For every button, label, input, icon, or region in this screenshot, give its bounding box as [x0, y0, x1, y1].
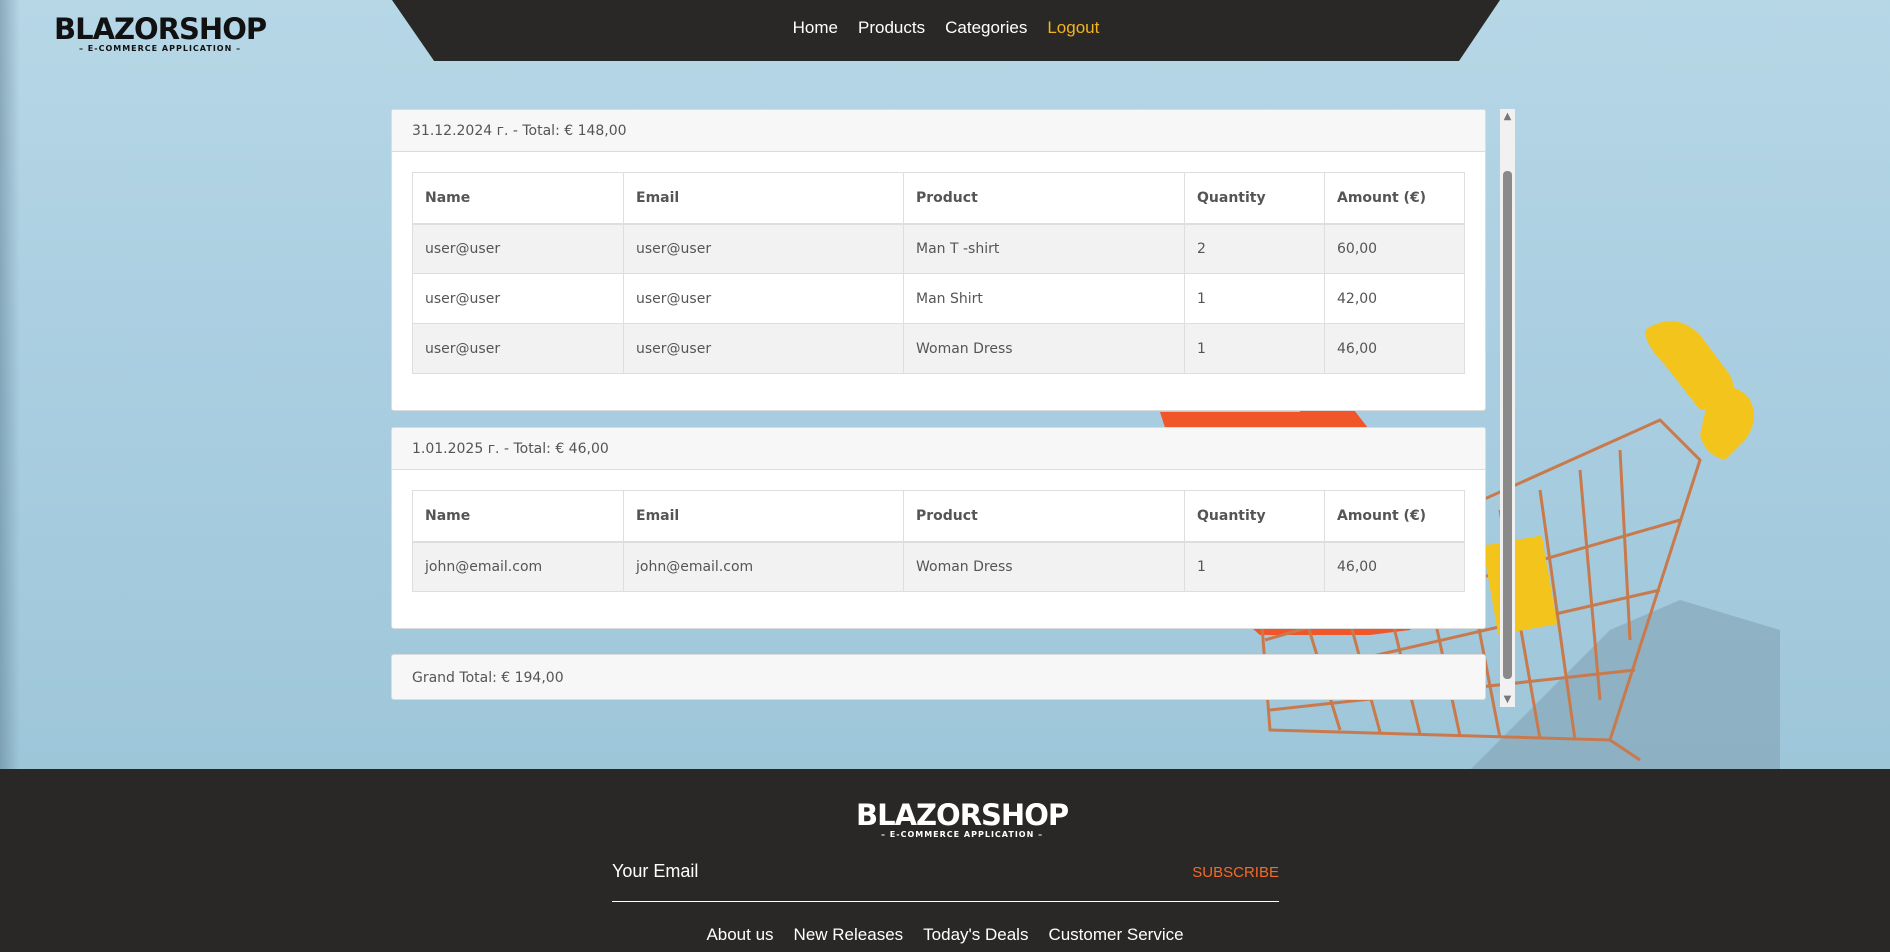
order-table: Name Email Product Quantity Amount (€) j… — [412, 490, 1465, 592]
brand-name: BLAZORSHOP — [54, 12, 267, 46]
order-card: 1.01.2025 г. - Total: € 46,00 Name Email… — [391, 427, 1486, 629]
email-field[interactable] — [612, 856, 1132, 886]
cell-amount: 46,00 — [1324, 323, 1465, 374]
cell-amount: 46,00 — [1324, 541, 1465, 592]
cell-quantity: 1 — [1184, 273, 1325, 324]
cell-product: Woman Dress — [903, 323, 1185, 374]
nav-categories[interactable]: Categories — [945, 18, 1027, 38]
cell-name: john@email.com — [412, 541, 624, 592]
cell-name: user@user — [412, 223, 624, 274]
col-email: Email — [623, 490, 904, 543]
cell-email: user@user — [623, 223, 904, 274]
cell-amount: 42,00 — [1324, 273, 1465, 324]
cell-product: Man T -shirt — [903, 223, 1185, 274]
background-shadow — [0, 0, 20, 769]
col-product: Product — [903, 172, 1185, 225]
scrollbar[interactable]: ▲ ▼ — [1500, 109, 1515, 707]
top-navigation: Home Products Categories Logout — [392, 0, 1500, 61]
col-product: Product — [903, 490, 1185, 543]
nav-logout[interactable]: Logout — [1047, 18, 1099, 38]
scroll-down-icon[interactable]: ▼ — [1500, 692, 1515, 707]
col-name: Name — [412, 490, 624, 543]
table-row: john@email.com john@email.com Woman Dres… — [412, 541, 1465, 592]
footer-link-new-releases[interactable]: New Releases — [794, 925, 904, 945]
footer-links: About us New Releases Today's Deals Cust… — [0, 925, 1890, 945]
order-header: 1.01.2025 г. - Total: € 46,00 — [392, 428, 1485, 470]
brand-logo[interactable]: BLAZORSHOP – E-COMMERCE APPLICATION – — [54, 12, 267, 53]
order-card: 31.12.2024 г. - Total: € 148,00 Name Ema… — [391, 109, 1486, 411]
footer-link-deals[interactable]: Today's Deals — [923, 925, 1028, 945]
cell-product: Woman Dress — [903, 541, 1185, 592]
cell-email: user@user — [623, 323, 904, 374]
table-header-row: Name Email Product Quantity Amount (€) — [412, 172, 1465, 225]
order-header: 31.12.2024 г. - Total: € 148,00 — [392, 110, 1485, 152]
cell-name: user@user — [412, 323, 624, 374]
table-row: user@user user@user Man T -shirt 2 60,00 — [412, 223, 1465, 274]
orders-list: 31.12.2024 г. - Total: € 148,00 Name Ema… — [391, 109, 1486, 700]
col-amount: Amount (€) — [1324, 490, 1465, 543]
cell-product: Man Shirt — [903, 273, 1185, 324]
cell-quantity: 2 — [1184, 223, 1325, 274]
footer-link-about[interactable]: About us — [706, 925, 773, 945]
cell-quantity: 1 — [1184, 323, 1325, 374]
newsletter-form: SUBSCRIBE — [612, 856, 1279, 902]
scroll-up-icon[interactable]: ▲ — [1500, 109, 1515, 124]
grand-total: Grand Total: € 194,00 — [391, 654, 1486, 700]
table-header-row: Name Email Product Quantity Amount (€) — [412, 490, 1465, 543]
footer-link-customer-service[interactable]: Customer Service — [1048, 925, 1183, 945]
nav-home[interactable]: Home — [793, 18, 838, 38]
col-amount: Amount (€) — [1324, 172, 1465, 225]
cell-email: john@email.com — [623, 541, 904, 592]
col-name: Name — [412, 172, 624, 225]
brand-tagline: – E-COMMERCE APPLICATION – — [79, 44, 242, 53]
order-table: Name Email Product Quantity Amount (€) u… — [412, 172, 1465, 374]
footer-brand-tagline: – E-COMMERCE APPLICATION – — [881, 830, 1044, 839]
cell-name: user@user — [412, 273, 624, 324]
nav-products[interactable]: Products — [858, 18, 925, 38]
subscribe-button[interactable]: SUBSCRIBE — [1192, 864, 1279, 881]
scrollbar-thumb[interactable] — [1503, 171, 1512, 679]
cell-amount: 60,00 — [1324, 223, 1465, 274]
col-quantity: Quantity — [1184, 172, 1325, 225]
cell-quantity: 1 — [1184, 541, 1325, 592]
footer-brand-name: BLAZORSHOP — [856, 798, 1069, 832]
footer-logo[interactable]: BLAZORSHOP – E-COMMERCE APPLICATION – — [856, 798, 1069, 839]
table-row: user@user user@user Man Shirt 1 42,00 — [412, 273, 1465, 324]
cell-email: user@user — [623, 273, 904, 324]
col-quantity: Quantity — [1184, 490, 1325, 543]
col-email: Email — [623, 172, 904, 225]
table-row: user@user user@user Woman Dress 1 46,00 — [412, 323, 1465, 374]
